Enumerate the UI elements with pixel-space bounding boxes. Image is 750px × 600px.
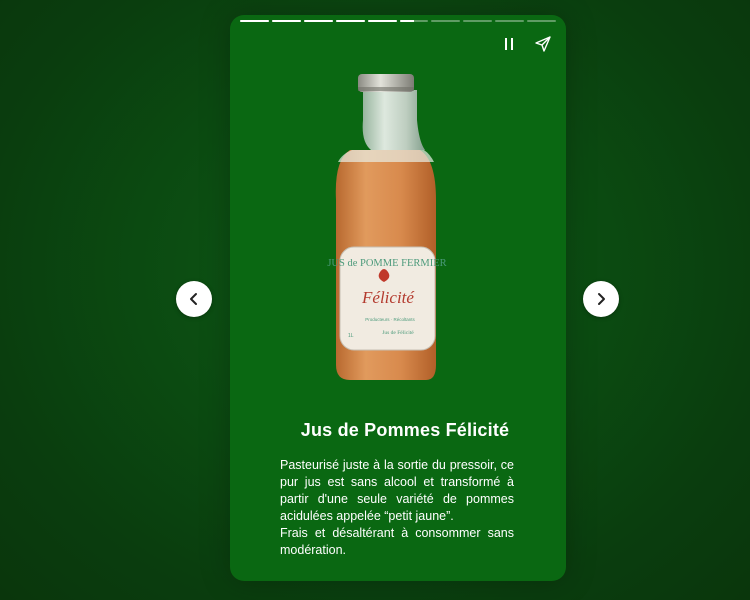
description-paragraph-1: Pasteurisé juste à la sortie du pressoir… [280,458,514,523]
previous-story-button[interactable] [176,281,212,317]
label-arc-text: JUS de POMME FERMIER [327,258,446,269]
story-card: JUS de POMME FERMIER Félicité Producteur… [230,15,566,581]
progress-segment-fill [335,20,365,22]
next-story-button[interactable] [583,281,619,317]
story-progress-bar [240,20,557,23]
label-line-2: Jus de Félicité [382,330,414,336]
product-photo: JUS de POMME FERMIER Félicité Producteur… [327,74,447,380]
chevron-left-icon [190,293,197,305]
label-line-1: Producteurs · Récoltants [365,317,415,322]
progress-segment-fill [240,20,269,22]
progress-segment [271,20,301,22]
progress-segment [463,20,493,22]
progress-segment [399,20,429,22]
chevron-right-icon [598,293,605,305]
progress-segment [240,20,269,22]
product-description: Pasteurisé juste à la sortie du pressoir… [280,457,514,559]
progress-segment [367,20,397,22]
pause-icon [505,38,513,50]
progress-segment [527,20,557,22]
progress-segment [335,20,365,22]
progress-segment [303,20,333,22]
progress-segment-fill [303,20,333,22]
progress-segment-fill [367,20,397,22]
progress-segment [431,20,461,22]
progress-segment-fill [271,20,301,22]
product-title: Jus de Pommes Félicité [300,420,510,440]
label-volume: 1L [348,333,354,339]
description-paragraph-2: Frais et désaltérant à consommer sans mo… [280,526,514,557]
label-brand: Félicité [361,288,415,307]
progress-segment-fill [399,20,414,22]
progress-segment [495,20,525,22]
